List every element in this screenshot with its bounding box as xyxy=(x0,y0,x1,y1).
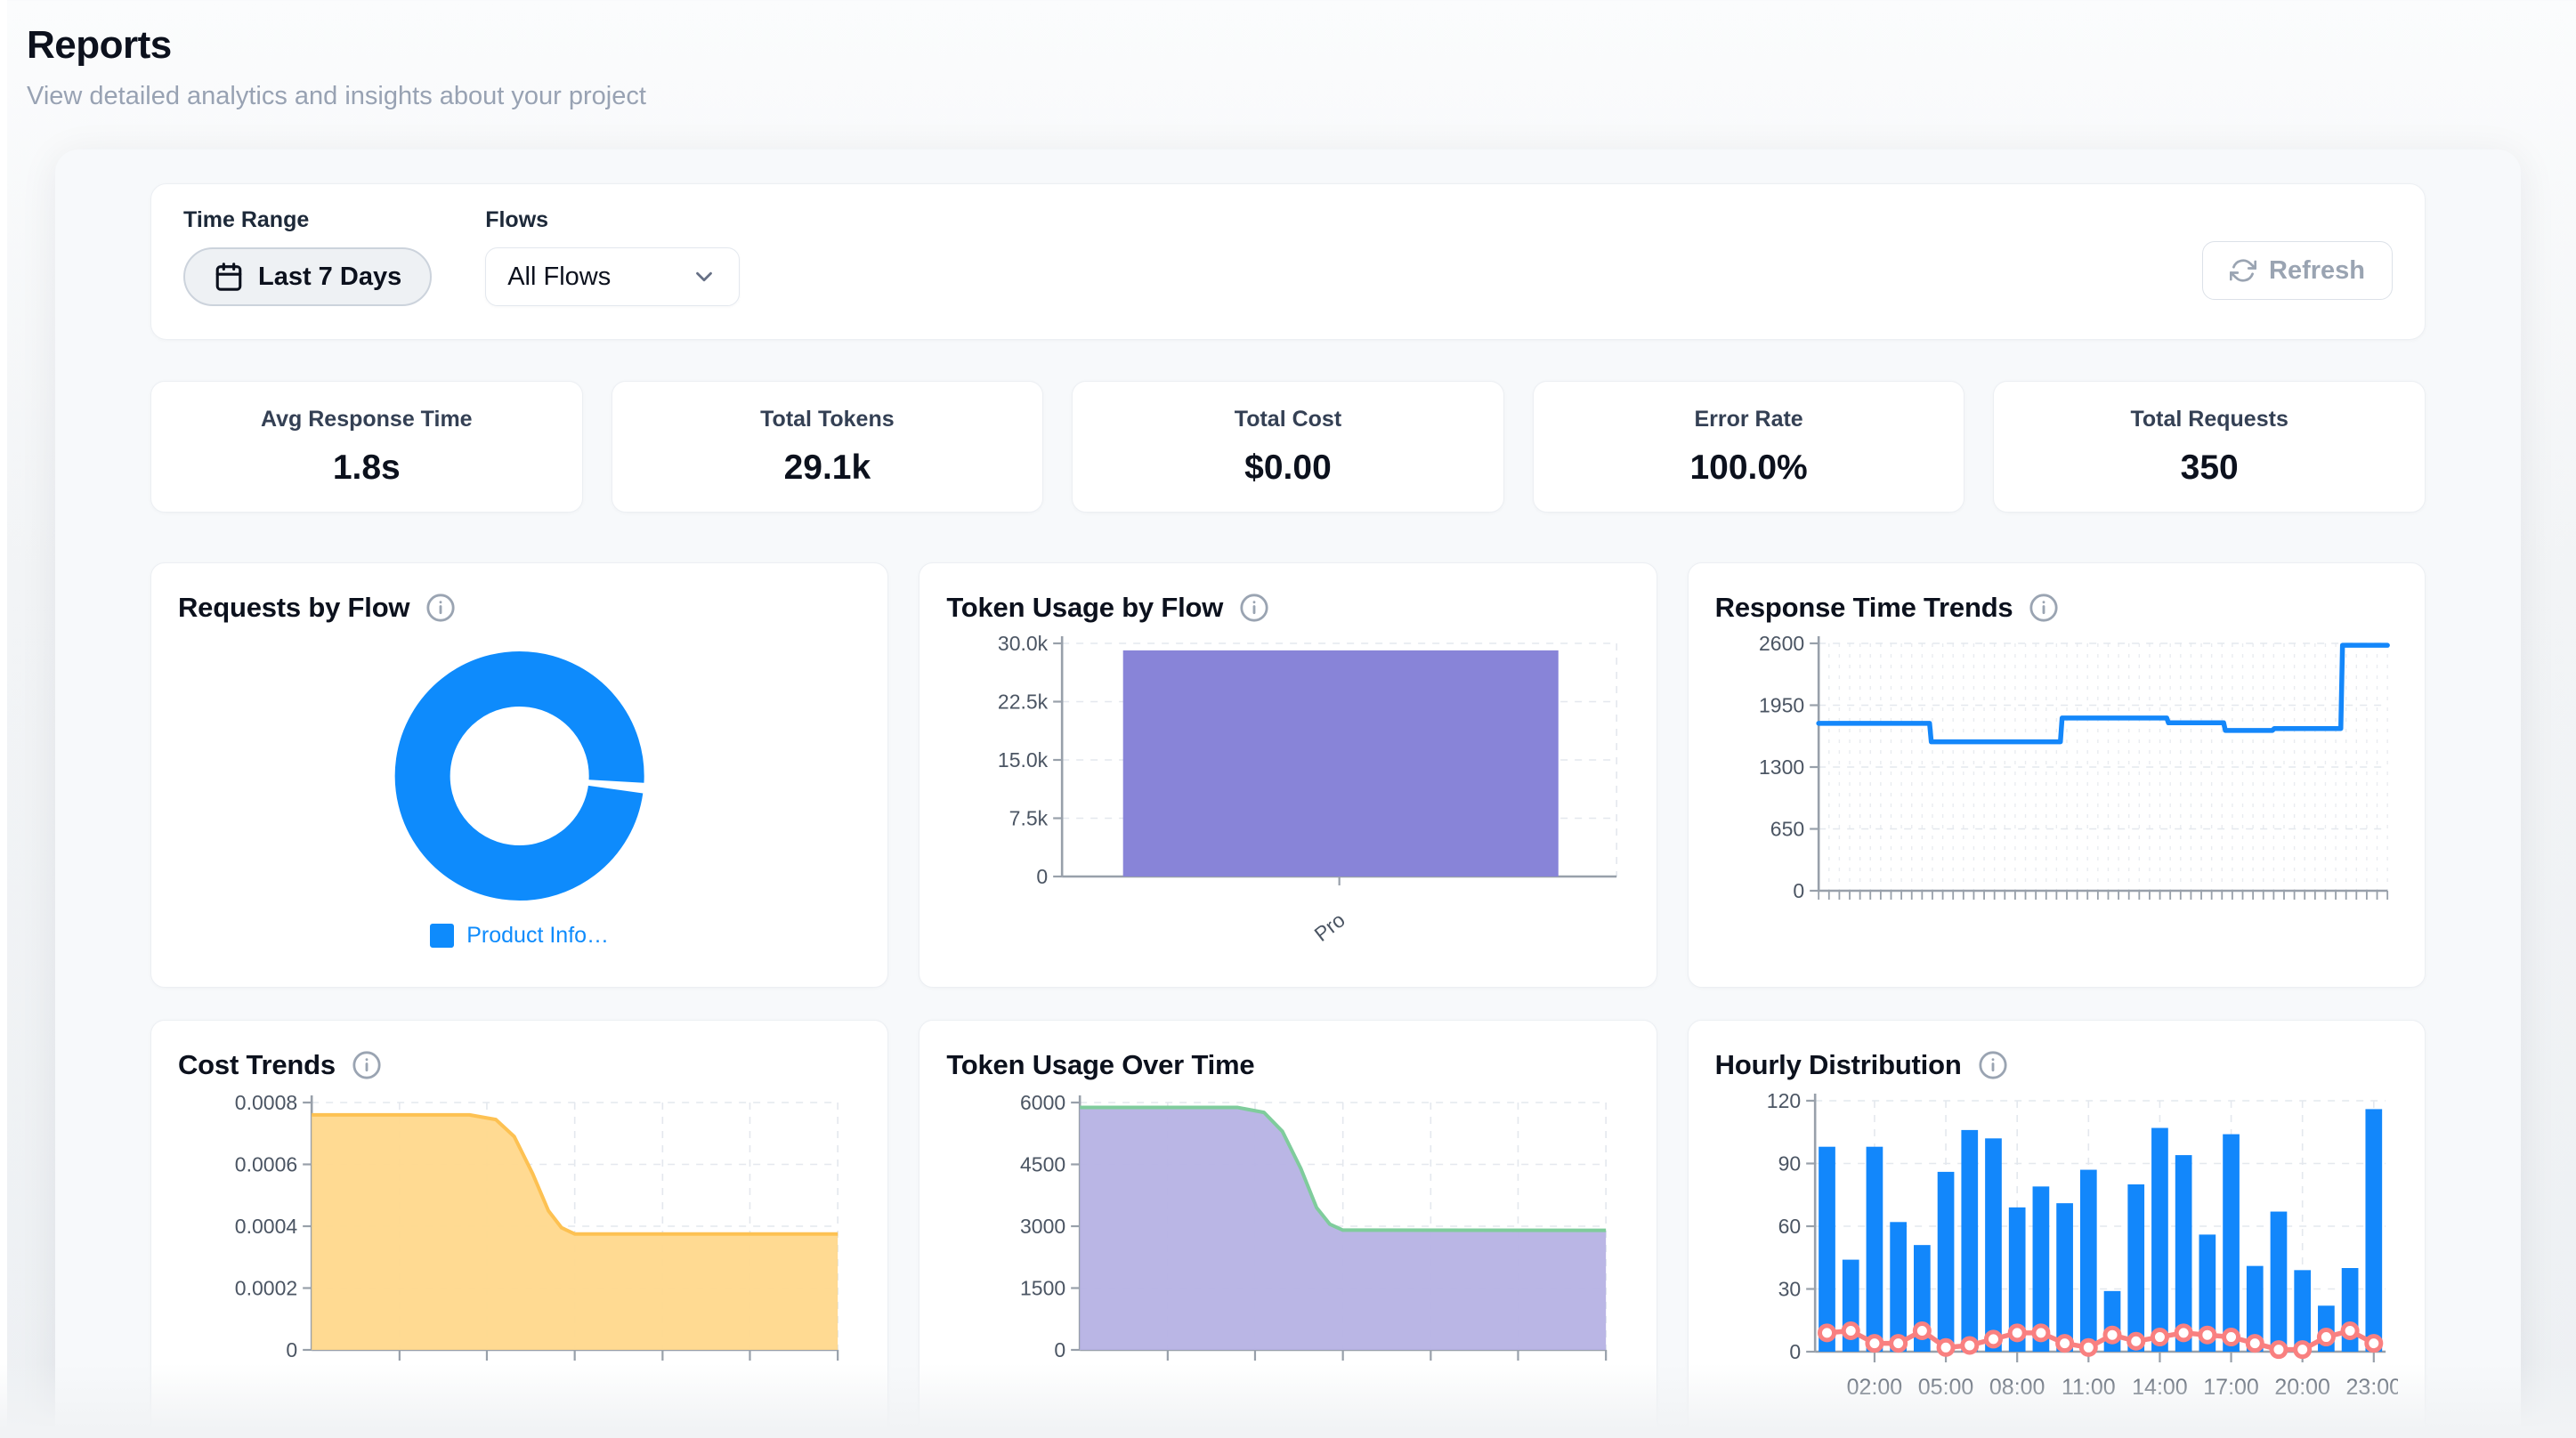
chart-title: Requests by Flow xyxy=(178,592,409,624)
area-chart[interactable]: 0 0.0002 0.0004 0.0006 0.0008 xyxy=(178,1087,861,1438)
chart-card-token-usage-over-time: Token Usage Over Time 0 1500 3000 4500 6000 xyxy=(919,1020,1657,1438)
stat-value: 100.0% xyxy=(1689,448,1807,488)
stat-value: 29.1k xyxy=(784,448,871,488)
svg-text:1950: 1950 xyxy=(1759,694,1804,717)
info-icon[interactable] xyxy=(1239,593,1269,623)
svg-text:Pro: Pro xyxy=(1310,908,1349,946)
refresh-label: Refresh xyxy=(2269,256,2365,286)
svg-text:05:00: 05:00 xyxy=(1917,1375,1973,1400)
content-panel: Time Range Last 7 Days Flows xyxy=(55,149,2521,1438)
chart-title: Response Time Trends xyxy=(1715,592,2013,624)
legend-swatch xyxy=(430,924,454,948)
chart-card-requests-by-flow: Requests by Flow Product Info… xyxy=(150,562,888,988)
stat-label: Total Tokens xyxy=(760,407,894,432)
svg-text:1500: 1500 xyxy=(1020,1277,1065,1300)
stat-value: $0.00 xyxy=(1244,448,1332,488)
svg-text:650: 650 xyxy=(1770,818,1803,841)
svg-text:4500: 4500 xyxy=(1020,1153,1065,1176)
left-edge-strip xyxy=(0,0,7,1438)
svg-text:0: 0 xyxy=(1793,879,1804,902)
svg-text:60: 60 xyxy=(1778,1215,1801,1238)
flows-selected-value: All Flows xyxy=(507,263,611,292)
svg-text:20:00: 20:00 xyxy=(2274,1375,2330,1400)
svg-text:22.5k: 22.5k xyxy=(998,691,1049,714)
time-range-button[interactable]: Last 7 Days xyxy=(183,247,432,306)
svg-text:6000: 6000 xyxy=(1020,1091,1065,1114)
svg-text:0: 0 xyxy=(286,1338,297,1361)
svg-text:14:00: 14:00 xyxy=(2132,1375,2188,1400)
donut-chart[interactable] xyxy=(178,629,861,916)
page-header: Reports View detailed analytics and insi… xyxy=(0,0,2576,111)
bar-line-chart[interactable]: 0 30 60 90 120 02:00 05:00 08:00 11:00 14:00 17:00… xyxy=(1715,1087,2398,1438)
chart-title: Hourly Distribution xyxy=(1715,1049,1962,1081)
stat-label: Total Requests xyxy=(2131,407,2288,432)
stat-value: 1.8s xyxy=(333,448,401,488)
flows-label: Flows xyxy=(485,207,740,233)
bar-chart[interactable]: 0 7.5k 15.0k 22.5k 30.0k Pro xyxy=(946,629,1629,957)
svg-text:0.0002: 0.0002 xyxy=(235,1277,297,1300)
chart-title: Token Usage by Flow xyxy=(946,592,1223,624)
svg-text:0: 0 xyxy=(1789,1340,1801,1363)
chart-card-cost-trends: Cost Trends 0 0.0002 0.0004 0.0006 0.0008 xyxy=(150,1020,888,1438)
svg-text:0: 0 xyxy=(1055,1338,1066,1361)
stat-card-avg-response-time: Avg Response Time 1.8s xyxy=(150,381,583,513)
stat-value: 350 xyxy=(2181,448,2239,488)
svg-text:0.0008: 0.0008 xyxy=(235,1091,297,1114)
stat-card-total-cost: Total Cost $0.00 xyxy=(1072,381,1504,513)
svg-text:15.0k: 15.0k xyxy=(998,748,1049,772)
page-title: Reports xyxy=(27,23,2576,68)
svg-text:7.5k: 7.5k xyxy=(1009,807,1049,830)
chart-title: Token Usage Over Time xyxy=(946,1049,1254,1081)
legend-label: Product Info… xyxy=(466,923,609,949)
chart-title: Cost Trends xyxy=(178,1049,336,1081)
svg-text:23:00: 23:00 xyxy=(2345,1375,2398,1400)
svg-text:90: 90 xyxy=(1778,1152,1801,1175)
chart-legend[interactable]: Product Info… xyxy=(178,923,861,949)
svg-text:2600: 2600 xyxy=(1759,632,1804,655)
refresh-button[interactable]: Refresh xyxy=(2202,241,2393,300)
refresh-icon xyxy=(2230,257,2256,284)
line-chart[interactable]: 0 650 1300 1950 2600 xyxy=(1715,629,2398,932)
svg-text:02:00: 02:00 xyxy=(1846,1375,1902,1400)
chart-card-hourly-distribution: Hourly Distribution 0 30 60 90 120 02:00 05:00… xyxy=(1688,1020,2426,1438)
info-icon[interactable] xyxy=(352,1050,382,1080)
svg-text:30: 30 xyxy=(1778,1278,1801,1301)
calendar-icon xyxy=(214,262,244,292)
svg-text:3000: 3000 xyxy=(1020,1215,1065,1238)
svg-text:17:00: 17:00 xyxy=(2203,1375,2259,1400)
svg-text:08:00: 08:00 xyxy=(1989,1375,2045,1400)
flows-group: Flows All Flows xyxy=(485,207,740,316)
svg-text:0.0006: 0.0006 xyxy=(235,1153,297,1176)
chart-card-response-time-trends: Response Time Trends 0 650 1300 1950 2600 xyxy=(1688,562,2426,988)
stat-label: Error Rate xyxy=(1694,407,1802,432)
stat-card-total-requests: Total Requests 350 xyxy=(1993,381,2426,513)
svg-text:1300: 1300 xyxy=(1759,755,1804,779)
time-range-label: Time Range xyxy=(183,207,432,233)
chevron-down-icon xyxy=(691,263,717,290)
info-icon[interactable] xyxy=(1978,1050,2008,1080)
svg-text:120: 120 xyxy=(1766,1089,1800,1112)
time-range-value: Last 7 Days xyxy=(258,263,401,292)
svg-text:30.0k: 30.0k xyxy=(998,632,1049,655)
filter-bar: Time Range Last 7 Days Flows xyxy=(150,183,2426,340)
stat-label: Total Cost xyxy=(1235,407,1341,432)
time-range-group: Time Range Last 7 Days xyxy=(183,207,432,316)
area-chart[interactable]: 0 1500 3000 4500 6000 xyxy=(946,1087,1629,1438)
stat-card-total-tokens: Total Tokens 29.1k xyxy=(612,381,1044,513)
svg-text:11:00: 11:00 xyxy=(2062,1375,2116,1400)
page-subtitle: View detailed analytics and insights abo… xyxy=(27,82,2576,111)
charts-grid: Requests by Flow Product Info… Token Usa… xyxy=(150,562,2426,1438)
stat-label: Avg Response Time xyxy=(261,407,473,432)
info-icon[interactable] xyxy=(2029,593,2059,623)
svg-text:0.0004: 0.0004 xyxy=(235,1215,298,1238)
info-icon[interactable] xyxy=(425,593,456,623)
stats-row: Avg Response Time 1.8s Total Tokens 29.1… xyxy=(150,381,2426,513)
svg-text:0: 0 xyxy=(1037,865,1049,888)
chart-card-token-usage-by-flow: Token Usage by Flow 0 7.5k 15.0k 22.5k 30.0k… xyxy=(919,562,1657,988)
stat-card-error-rate: Error Rate 100.0% xyxy=(1533,381,1965,513)
flows-select[interactable]: All Flows xyxy=(485,247,740,306)
